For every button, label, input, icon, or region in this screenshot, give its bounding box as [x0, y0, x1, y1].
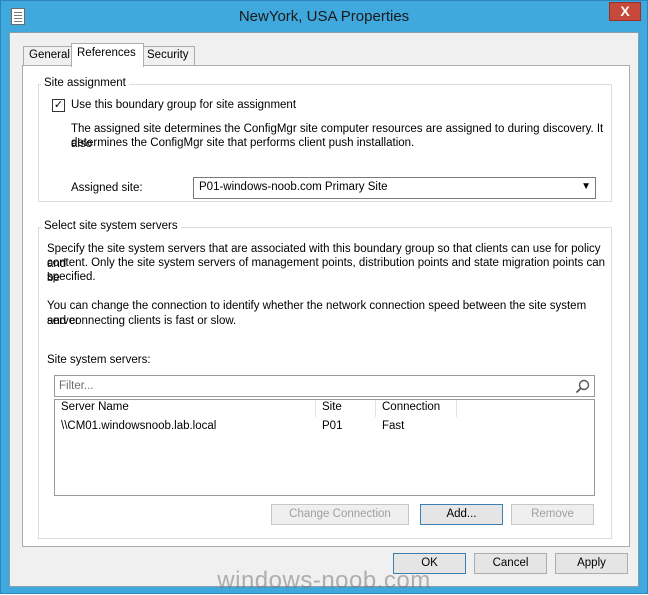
site-system-servers-list[interactable]: Server Name Site Connection \\CM01.windo…: [54, 399, 595, 496]
server-name-cell: \\CM01.windowsnoob.lab.local: [61, 420, 217, 432]
servers-description-line2: content. Only the site system servers of…: [47, 257, 606, 284]
site-assignment-description-line2: determines the ConfigMgr site that perfo…: [71, 137, 415, 149]
site-system-servers-legend: Select site system servers: [41, 220, 181, 232]
add-button[interactable]: Add...: [420, 504, 503, 525]
site-system-servers-group: Select site system servers Specify the s…: [38, 220, 612, 539]
references-tab-panel: Site assignment ✓ Use this boundary grou…: [22, 65, 630, 547]
column-header-site[interactable]: Site: [316, 400, 376, 417]
assigned-site-value: P01-windows-noob.com Primary Site: [199, 181, 388, 193]
connection-description-line2: and connecting clients is fast or slow.: [47, 315, 237, 327]
search-icon: [575, 379, 590, 394]
filter-box[interactable]: [54, 375, 595, 397]
connection-cell: Fast: [382, 420, 405, 432]
filter-input[interactable]: [55, 376, 555, 396]
site-assignment-checkbox-label[interactable]: Use this boundary group for site assignm…: [71, 98, 296, 113]
title-bar[interactable]: NewYork, USA Properties X: [1, 1, 647, 32]
tab-references[interactable]: References: [71, 43, 144, 67]
servers-description-line3: specified.: [47, 271, 96, 283]
assigned-site-label: Assigned site:: [71, 182, 143, 194]
close-button[interactable]: X: [609, 2, 641, 21]
site-cell: P01: [322, 420, 343, 432]
watermark-text: windows-noob.com: [217, 567, 431, 594]
tab-security[interactable]: Security: [141, 46, 195, 66]
remove-button[interactable]: Remove: [511, 504, 594, 525]
properties-window: NewYork, USA Properties X General Refere…: [0, 0, 648, 594]
site-assignment-group: Site assignment ✓ Use this boundary grou…: [38, 77, 612, 202]
site-assignment-checkbox[interactable]: ✓: [52, 99, 65, 112]
tab-general[interactable]: General: [23, 46, 76, 66]
window-title: NewYork, USA Properties: [238, 8, 410, 25]
dialog-client-area: General References Security Site assignm…: [9, 32, 639, 587]
column-header-connection[interactable]: Connection: [376, 400, 457, 417]
site-system-servers-label: Site system servers:: [47, 354, 151, 366]
site-assignment-legend: Site assignment: [41, 77, 129, 89]
column-header-server-name[interactable]: Server Name: [55, 400, 316, 417]
assigned-site-dropdown[interactable]: P01-windows-noob.com Primary Site ▼: [193, 177, 596, 199]
change-connection-button[interactable]: Change Connection: [271, 504, 409, 525]
chevron-down-icon: ▼: [581, 181, 591, 192]
